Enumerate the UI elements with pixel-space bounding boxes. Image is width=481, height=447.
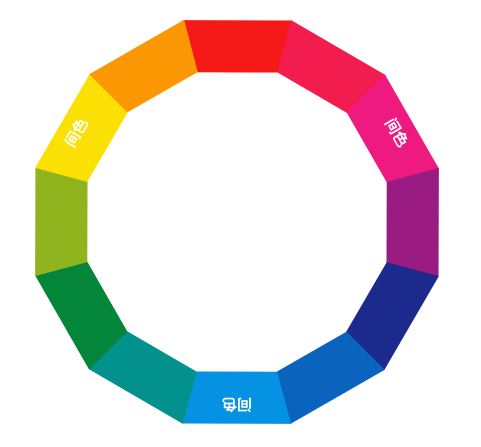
- color-wheel-segments: [34, 19, 440, 425]
- segment-red: [182, 20, 293, 73]
- label-bottom-secondary: 间色: [222, 396, 252, 414]
- color-wheel: 间色 间色 间色: [34, 19, 440, 425]
- segment-yellow-green: [35, 166, 88, 277]
- segment-purple: [386, 167, 439, 278]
